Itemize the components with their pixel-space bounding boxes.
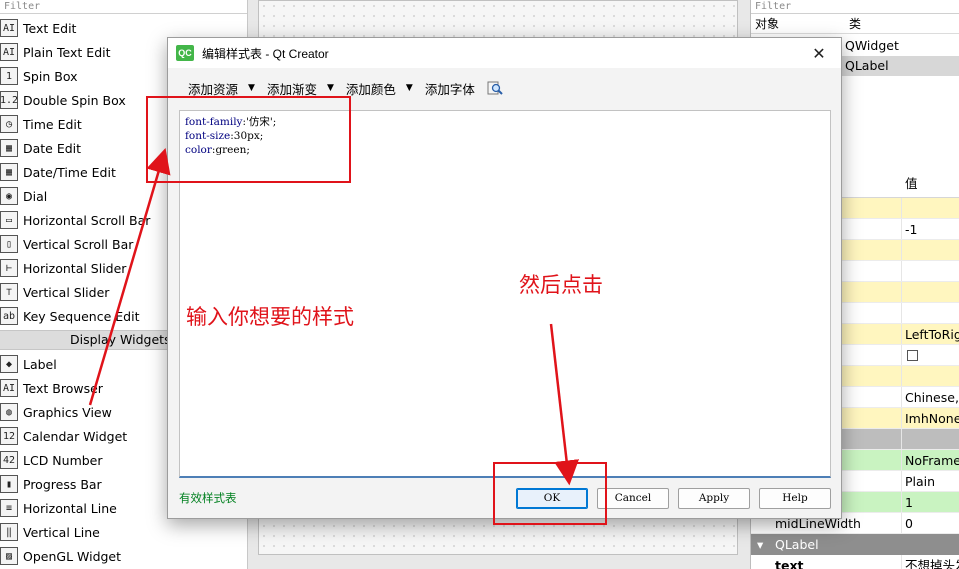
property-value[interactable]: 不想掉头发 <box>901 555 959 569</box>
value-column-header: 值 <box>905 176 918 191</box>
search-icon[interactable] <box>487 80 503 96</box>
widget-item-label: Time Edit <box>23 116 82 132</box>
widget-item-label: Vertical Scroll Bar <box>23 236 134 252</box>
widget-item-label: Horizontal Scroll Bar <box>23 212 151 228</box>
close-button[interactable]: ✕ <box>797 38 841 68</box>
widget-item-label: Progress Bar <box>23 476 102 492</box>
widget-icon: AI <box>0 19 18 37</box>
widget-item-label: Text Edit <box>23 20 77 36</box>
widget-item-label: Graphics View <box>23 404 112 420</box>
property-value[interactable]: 1 <box>901 492 959 512</box>
annotation-box-ok <box>493 462 607 525</box>
dropdown-arrow-icon[interactable]: ▼ <box>248 83 255 93</box>
widget-item-label: Horizontal Line <box>23 500 117 516</box>
widget-icon: ◆ <box>0 355 18 373</box>
dialog-title: 编辑样式表 - Qt Creator <box>202 46 329 61</box>
widget-icon: ▮ <box>0 475 18 493</box>
object-filter-input[interactable]: Filter <box>751 0 959 14</box>
widget-item-label: Plain Text Edit <box>23 44 111 60</box>
widget-icon: ab <box>0 307 18 325</box>
property-value[interactable] <box>901 366 959 386</box>
qt-designer-window: Filter AI Text Edit AI Plain Text Edit 1 Spin… <box>0 0 959 569</box>
property-value[interactable] <box>901 345 959 365</box>
widget-filter-input[interactable]: Filter <box>0 0 247 14</box>
widget-icon: ◉ <box>0 187 18 205</box>
autofill-checkbox[interactable] <box>907 350 918 361</box>
property-row-text[interactable]: text 不想掉头发 <box>751 555 959 569</box>
property-value[interactable]: -1 <box>901 219 959 239</box>
add-resource-label: 添加资源 <box>188 81 239 97</box>
widget-icon: ◷ <box>0 115 18 133</box>
annotation-click-hint: 然后点击 <box>519 273 603 297</box>
cancel-button[interactable]: Cancel <box>597 487 669 509</box>
property-value[interactable]: LeftToRig <box>901 324 959 344</box>
widget-item-label: Dial <box>23 188 48 204</box>
property-value[interactable] <box>901 198 959 218</box>
widget-icon: ‖ <box>0 523 18 541</box>
widget-icon: ≡ <box>0 499 18 517</box>
widget-item-label: Date/Time Edit <box>23 164 116 180</box>
widget-icon: 1 <box>0 67 18 85</box>
widget-icon: AI <box>0 379 18 397</box>
property-value[interactable]: ImhNone <box>901 408 959 428</box>
widget-icon: ▭ <box>0 211 18 229</box>
widget-icon: ◍ <box>0 403 18 421</box>
widget-icon: ▯ <box>0 235 18 253</box>
widget-item-label: Calendar Widget <box>23 428 128 444</box>
widget-icon: AI <box>0 43 18 61</box>
add-font-label: 添加字体 <box>424 81 475 97</box>
widget-icon: ▨ <box>0 547 18 565</box>
property-value[interactable] <box>901 261 959 281</box>
property-value[interactable]: Chinese, C <box>901 387 959 407</box>
widget-icon: ⊢ <box>0 259 18 277</box>
property-value[interactable] <box>901 240 959 260</box>
widget-icon: ⊤ <box>0 283 18 301</box>
add-gradient-button[interactable]: 添加渐变 ▼ <box>267 79 334 98</box>
qt-creator-icon: QC <box>176 45 194 61</box>
property-value[interactable] <box>901 303 959 323</box>
widget-icon: ▦ <box>0 139 18 157</box>
validity-status: 有效样式表 <box>179 491 237 505</box>
dialog-titlebar: QC 编辑样式表 - Qt Creator ✕ <box>168 38 841 68</box>
widget-item-label: Label <box>23 356 57 372</box>
widget-item[interactable]: ‖ Vertical Line <box>0 520 248 544</box>
widget-item-label: OpenGL Widget <box>23 548 122 564</box>
property-value[interactable]: 0 <box>901 513 959 533</box>
class-column-header: 类 <box>849 17 862 31</box>
help-button[interactable]: Help <box>759 487 831 509</box>
property-value[interactable] <box>901 429 959 449</box>
property-value[interactable]: NoFrame <box>901 450 959 470</box>
widget-item-label: Spin Box <box>23 68 78 84</box>
add-resource-button[interactable]: 添加资源 ▼ <box>188 79 255 98</box>
add-font-button[interactable]: 添加字体 <box>425 79 475 98</box>
widget-item[interactable]: ▨ OpenGL Widget <box>0 544 248 568</box>
add-color-button[interactable]: 添加颜色 ▼ <box>346 79 413 98</box>
widget-item-label: Double Spin Box <box>23 92 126 108</box>
widget-item-label: LCD Number <box>23 452 103 468</box>
add-color-label: 添加颜色 <box>345 81 396 97</box>
widget-item-label: Vertical Line <box>23 524 100 540</box>
widget-icon: 12 <box>0 427 18 445</box>
widget-item-label: Key Sequence Edit <box>23 308 140 324</box>
widget-item-label: Vertical Slider <box>23 284 110 300</box>
property-group-qlabel[interactable]: QLabel <box>751 534 959 555</box>
object-inspector-header: 对象 类 <box>751 14 959 34</box>
widget-icon: ▦ <box>0 163 18 181</box>
close-icon: ✕ <box>812 43 826 63</box>
dropdown-arrow-icon[interactable]: ▼ <box>406 83 413 93</box>
dropdown-arrow-icon[interactable]: ▼ <box>327 83 334 93</box>
annotation-box-code <box>146 96 351 183</box>
property-value[interactable]: Plain <box>901 471 959 491</box>
widget-item-label: Text Browser <box>23 380 103 396</box>
property-value[interactable] <box>901 282 959 302</box>
add-gradient-label: 添加渐变 <box>266 81 317 97</box>
apply-button[interactable]: Apply <box>678 487 750 509</box>
object-column-header: 对象 <box>755 17 780 31</box>
annotation-input-hint: 输入你想要的样式 <box>186 305 354 329</box>
property-name: text <box>775 558 804 569</box>
widget-icon: 1.2 <box>0 91 18 109</box>
widget-icon: 42 <box>0 451 18 469</box>
widget-item-label: Horizontal Slider <box>23 260 127 276</box>
widget-item-label: Date Edit <box>23 140 82 156</box>
